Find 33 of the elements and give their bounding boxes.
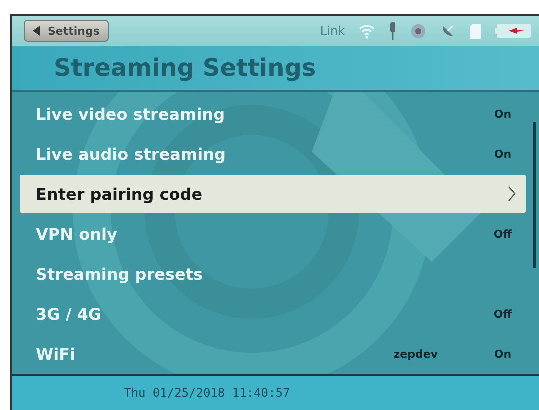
microphone-icon — [389, 22, 397, 40]
wifi-icon — [359, 24, 375, 38]
back-button[interactable]: Settings — [24, 20, 109, 42]
setting-row[interactable]: Live video streaming On — [20, 95, 526, 133]
setting-label: VPN only — [36, 224, 118, 244]
date-time: Thu 01/25/2018 11:40:57 — [124, 386, 290, 400]
back-arrow-icon — [33, 26, 40, 36]
battery-icon — [495, 24, 531, 38]
satellite-dish-icon — [440, 23, 456, 39]
setting-row[interactable]: WiFi zepdev On — [20, 335, 526, 373]
setting-row[interactable]: Enter pairing code — [20, 175, 526, 213]
setting-label: Live video streaming — [36, 104, 226, 124]
setting-value: Off — [492, 228, 514, 240]
setting-value: On — [493, 348, 513, 360]
setting-value: On — [493, 108, 513, 120]
setting-row[interactable]: 3G / 4G Off — [20, 295, 526, 333]
setting-row[interactable]: VPN only Off — [20, 215, 526, 253]
network-name: zepdev — [394, 348, 438, 360]
scrollbar[interactable] — [533, 122, 536, 268]
chevron-right-icon — [508, 186, 516, 202]
screen-title: Streaming Settings — [54, 54, 316, 82]
sd-card-icon — [470, 24, 481, 38]
setting-label: Enter pairing code — [36, 184, 203, 204]
setting-label: Streaming presets — [36, 264, 204, 284]
setting-label: WiFi — [36, 344, 76, 364]
setting-row[interactable]: Streaming presets — [20, 255, 526, 293]
record-icon — [411, 24, 426, 38]
setting-label: Live audio streaming — [36, 144, 226, 164]
setting-label: 3G / 4G — [36, 304, 102, 324]
link-label: Link — [320, 24, 345, 38]
setting-value: On — [493, 148, 513, 160]
setting-value: Off — [492, 308, 514, 320]
setting-row[interactable]: Live audio streaming On — [20, 135, 526, 173]
